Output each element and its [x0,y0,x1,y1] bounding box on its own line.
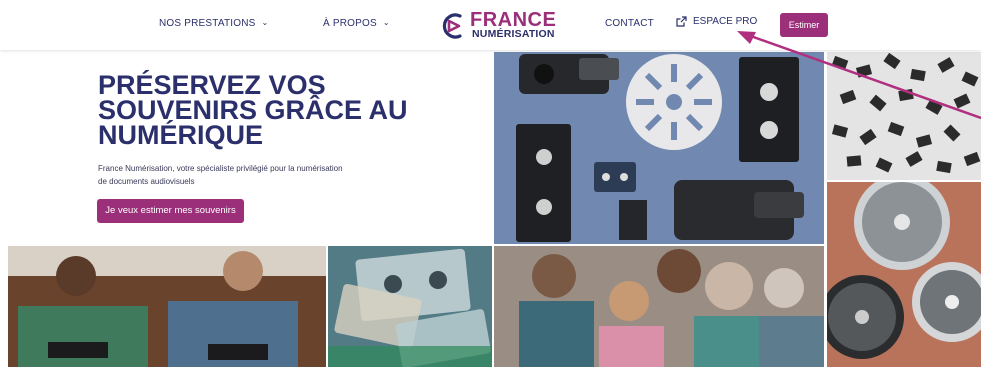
nav-espace-pro-label: ESPACE PRO [693,16,758,28]
family-with-tablet-photo [494,246,824,367]
nav-espace-pro[interactable]: ESPACE PRO [676,16,757,27]
camcorder-tapes-reel-photo [494,52,824,244]
nav-prestations-label: NOS PRESTATIONS [159,18,256,29]
nav-contact[interactable]: CONTACT [605,18,654,29]
photo-slides-photo [827,52,981,180]
external-link-icon [676,16,687,27]
estimate-memories-button[interactable]: Je veux estimer mes souvenirs [97,199,244,223]
chevron-down-icon: ⌄ [261,18,269,27]
logo-tagline: NUMÉRISATION [472,28,555,40]
nav-prestations[interactable]: NOS PRESTATIONS ⌄ [159,18,268,29]
logo[interactable]: FRANCE NUMÉRISATION [440,10,560,42]
chevron-down-icon: ⌄ [382,18,390,27]
logo-wordmark: FRANCE [470,9,557,31]
nav-apropos-label: À PROPOS [323,18,377,29]
cassette-tapes-photo [328,246,492,367]
logo-mark-icon [442,13,462,39]
friends-laughing-photo [8,246,326,367]
hero-subtitle-line1: France Numérisation, votre spécialiste p… [98,164,343,173]
hero-subtitle-line2: de documents audiovisuels [98,177,195,186]
film-reels-photo [827,182,981,367]
header: NOS PRESTATIONS ⌄ À PROPOS ⌄ FRANCE NUMÉRI… [0,0,981,50]
nav-apropos[interactable]: À PROPOS ⌄ [323,18,390,29]
nav-contact-label: CONTACT [605,18,654,29]
hero-subtitle: France Numérisation, votre spécialiste p… [98,162,398,188]
hero-title: PRÉSERVEZ VOS SOUVENIRS GRÂCE AU NUMÉRIQ… [98,70,408,150]
estimer-button[interactable]: Estimer [780,13,828,37]
